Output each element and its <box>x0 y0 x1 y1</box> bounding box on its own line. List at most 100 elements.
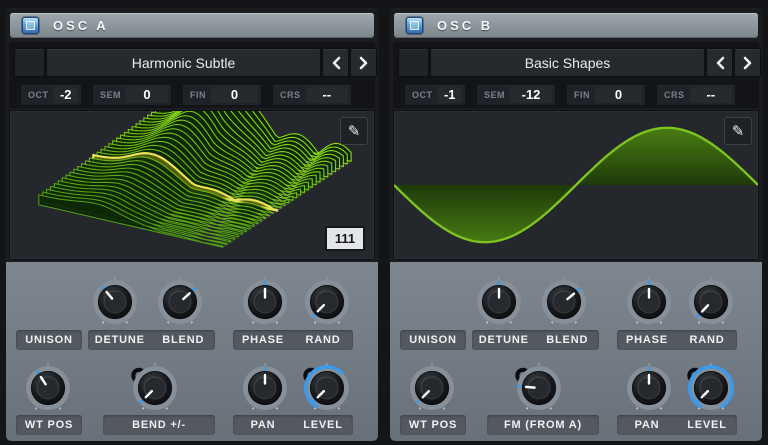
crs-field[interactable]: CRS -- <box>273 84 351 105</box>
osc-b-enable-toggle[interactable] <box>406 17 423 34</box>
osc-a-header: OSC A <box>10 13 374 38</box>
sem-field[interactable]: SEM -12 <box>477 84 555 105</box>
wavetable-prev-button[interactable] <box>322 48 349 77</box>
wtpos-label-strip: WT POS <box>16 415 82 435</box>
pan-label: PAN <box>634 419 660 431</box>
level-label: LEVEL <box>687 419 727 431</box>
sem-field[interactable]: SEM 0 <box>93 84 171 105</box>
rand-label: RAND <box>689 334 725 346</box>
oct-value: -2 <box>53 86 78 103</box>
osc-b-header: OSC B <box>394 13 758 38</box>
level-knob[interactable] <box>685 362 737 414</box>
wavetable-name: Harmonic Subtle <box>131 54 236 71</box>
oct-field[interactable]: OCT -2 <box>21 84 81 105</box>
fin-value: 0 <box>211 86 258 103</box>
wavetable-selector[interactable]: Harmonic Subtle <box>46 48 321 77</box>
unison-label-strip: UNISON <box>16 330 82 350</box>
bend-label-strip: BEND +/- <box>103 415 215 435</box>
pencil-icon: ✎ <box>347 123 361 140</box>
wavetable-prev-button[interactable] <box>706 48 733 77</box>
crs-value: -- <box>689 86 732 103</box>
fin-label: FIN <box>190 89 206 100</box>
chevron-right-icon <box>359 56 367 69</box>
phase-knob[interactable] <box>239 276 291 328</box>
phase-label: PHASE <box>626 334 668 346</box>
oct-label: OCT <box>412 89 433 100</box>
blend-label: BLEND <box>162 334 205 346</box>
sem-value: 0 <box>126 86 168 103</box>
oct-label: OCT <box>28 89 49 100</box>
pan-level-label-strip: PAN LEVEL <box>617 415 737 435</box>
wavetable-menu-button[interactable] <box>398 48 429 77</box>
phase-label: PHASE <box>242 334 284 346</box>
waveform-display[interactable]: ✎ <box>393 110 759 260</box>
osc-a-enable-toggle[interactable] <box>22 17 39 34</box>
wavetable-selector[interactable]: Basic Shapes <box>430 48 705 77</box>
toggle-check-icon <box>410 21 419 30</box>
blend-knob[interactable] <box>154 276 206 328</box>
phase-knob[interactable] <box>623 276 675 328</box>
pencil-icon: ✎ <box>731 123 745 140</box>
wavetable-next-button[interactable] <box>734 48 761 77</box>
pan-label: PAN <box>250 419 276 431</box>
phase-rand-label-strip: PHASE RAND <box>233 330 353 350</box>
wavetable-position-badge: 111 <box>325 226 365 251</box>
pan-knob[interactable] <box>239 362 291 414</box>
detune-knob[interactable] <box>473 276 525 328</box>
pan-knob[interactable] <box>623 362 675 414</box>
sem-value: -12 <box>510 86 552 103</box>
rand-knob[interactable] <box>685 276 737 328</box>
osc-a-knob-area: 2 ▲▼ UNISON DETUNEBLEND PHASERAND WT POS… <box>6 262 378 441</box>
oct-value: -1 <box>437 86 462 103</box>
rand-knob[interactable] <box>301 276 353 328</box>
detune-blend-label-strip: DETUNE BLEND <box>88 330 215 350</box>
fm-label-strip: FM (FROM A) <box>487 415 599 435</box>
fm-label: FM (FROM A) <box>503 419 583 431</box>
unison-label: UNISON <box>409 334 457 346</box>
chevron-right-icon <box>743 56 751 69</box>
blend-label: BLEND <box>546 334 589 346</box>
sem-label: SEM <box>484 89 506 100</box>
fin-field[interactable]: FIN 0 <box>183 84 261 105</box>
chevron-left-icon <box>332 56 340 69</box>
osc-b-knob-area: 2 ▲▼ UNISON DETUNEBLEND PHASERAND WT POS… <box>390 262 762 441</box>
phase-rand-label-strip: PHASE RAND <box>617 330 737 350</box>
osc-b-panel: OSC B Basic Shapes OCT -1 SEM -12 FIN 0 CRS… <box>390 8 762 441</box>
level-knob[interactable] <box>301 362 353 414</box>
bend-label: BEND +/- <box>132 419 186 431</box>
crs-label: CRS <box>664 89 685 100</box>
osc-a-title: OSC A <box>53 18 109 33</box>
wt-pos-label: WT POS <box>408 419 458 431</box>
wt-pos-knob[interactable] <box>406 362 458 414</box>
detune-knob[interactable] <box>89 276 141 328</box>
wavetable-name: Basic Shapes <box>524 54 611 71</box>
oct-field[interactable]: OCT -1 <box>405 84 465 105</box>
wavetable-next-button[interactable] <box>350 48 377 77</box>
wavetable-edit-button[interactable]: ✎ <box>724 117 752 145</box>
bend-knob[interactable] <box>129 362 181 414</box>
fin-label: FIN <box>574 89 590 100</box>
pan-level-label-strip: PAN LEVEL <box>233 415 353 435</box>
detune-label: DETUNE <box>94 334 145 346</box>
toggle-check-icon <box>26 21 35 30</box>
crs-field[interactable]: CRS -- <box>657 84 735 105</box>
fin-field[interactable]: FIN 0 <box>567 84 645 105</box>
wt-pos-label: WT POS <box>24 419 74 431</box>
wt-pos-knob[interactable] <box>22 362 74 414</box>
crs-label: CRS <box>280 89 301 100</box>
osc-a-panel: OSC A Harmonic Subtle OCT -2 SEM 0 FIN 0 CR… <box>6 8 378 441</box>
blend-knob[interactable] <box>538 276 590 328</box>
sem-label: SEM <box>100 89 122 100</box>
crs-value: -- <box>305 86 348 103</box>
fm-knob[interactable] <box>513 362 565 414</box>
wavetable-menu-button[interactable] <box>14 48 45 77</box>
detune-label: DETUNE <box>478 334 529 346</box>
unison-label: UNISON <box>25 334 73 346</box>
fin-value: 0 <box>595 86 642 103</box>
level-label: LEVEL <box>303 419 343 431</box>
wavetable-edit-button[interactable]: ✎ <box>340 117 368 145</box>
osc-b-title: OSC B <box>437 18 494 33</box>
detune-blend-label-strip: DETUNE BLEND <box>472 330 599 350</box>
wavetable-3d-display[interactable]: ✎ 111 <box>9 110 375 260</box>
chevron-left-icon <box>716 56 724 69</box>
